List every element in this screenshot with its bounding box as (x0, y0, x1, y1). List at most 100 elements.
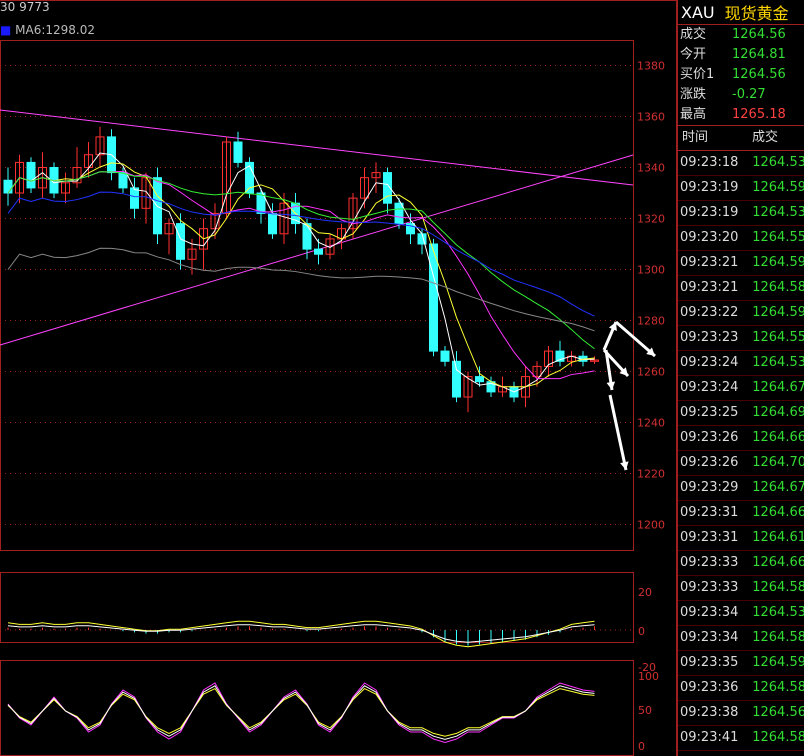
tick-time: 09:23:36 (680, 680, 739, 695)
tick-row: 09:23:22 1264.59 (678, 301, 804, 326)
tick-list[interactable]: 09:23:18 1264.53 09:23:19 1264.59 09:23:19 12… (678, 151, 804, 756)
tick-time: 09:23:24 (680, 355, 739, 370)
tick-row: 09:23:19 1264.59 (678, 176, 804, 201)
price-tick-label: 1300 (637, 264, 665, 277)
candle-body (268, 212, 277, 235)
tick-time: 09:23:22 (680, 305, 739, 320)
tick-row: 09:23:35 1264.59 (678, 651, 804, 676)
quote-field-row: 今开 1264.81 (678, 45, 804, 65)
tick-time: 09:23:29 (680, 480, 739, 495)
ma-line-green (7, 171, 595, 350)
kdj-tick-label: 0 (638, 740, 645, 753)
macd-panel-border (0, 572, 634, 643)
tick-time: 09:23:41 (680, 730, 739, 745)
candle-body (302, 223, 312, 250)
tick-row: 09:23:31 1264.61 (678, 526, 804, 551)
quote-field-row: 买价1 1264.56 (678, 65, 804, 85)
tick-header-time: 时间 (682, 130, 709, 145)
candle-body (3, 179, 13, 194)
tick-row: 09:23:24 1264.67 (678, 376, 804, 401)
tick-price: 1264.56 (752, 705, 804, 720)
tick-row: 09:23:18 1264.53 (678, 151, 804, 176)
tick-price: 1264.56 (752, 751, 804, 756)
chart-canvas[interactable]: 1380 1360 1340 1320 1300 1280 1260 1240 1220 1200… (0, 0, 678, 756)
tick-row: 09:23:34 1264.53 (678, 601, 804, 626)
quote-field-label: 最高 (680, 107, 707, 122)
tick-price: 1264.58 (752, 730, 804, 745)
quote-field-label: 涨跌 (680, 87, 707, 102)
tick-price: 1264.53 (752, 605, 804, 620)
macd-tick-label: 20 (638, 586, 652, 599)
tick-price: 1264.70 (752, 455, 804, 470)
tick-row: 09:23:26 1264.70 (678, 451, 804, 476)
kdj-tick-label: 100 (638, 670, 659, 683)
tick-price: 1264.55 (752, 330, 804, 345)
annotation-arrow (608, 394, 628, 471)
tick-time: 09:23:19 (680, 180, 739, 195)
candle-body (130, 187, 139, 209)
candle-body (440, 350, 450, 362)
ma-legend: ■ MA6:1298.02 (0, 23, 95, 37)
tick-row: 09:23:21 1264.59 (678, 251, 804, 276)
quote-field-value: 1265.18 (732, 107, 786, 122)
tick-row: 09:23:36 1264.58 (678, 676, 804, 701)
tick-row: 09:23:33 1264.66 (678, 551, 804, 576)
tick-price: 1264.66 (752, 430, 804, 445)
tick-time: 09:23:19 (680, 205, 739, 220)
quote-symbol: XAU (681, 2, 715, 22)
tick-row: 09:23:34 1264.58 (678, 626, 804, 651)
candle-body (153, 177, 162, 235)
quote-field-label: 今开 (680, 47, 707, 62)
price-tick-label: 1380 (637, 60, 665, 73)
tick-time: 09:23:21 (680, 280, 739, 295)
ma-legend-text: MA6:1298.02 (15, 23, 96, 37)
tick-price: 1264.59 (752, 655, 804, 670)
tick-price: 1264.58 (752, 630, 804, 645)
tick-price: 1264.59 (752, 180, 804, 195)
price-tick-label: 1260 (637, 366, 665, 379)
candle-body (118, 172, 128, 189)
tick-row: 09:23:25 1264.69 (678, 401, 804, 426)
tick-time: 09:23:26 (680, 430, 739, 445)
tick-price: 1264.58 (752, 680, 804, 695)
candle-body (452, 360, 461, 398)
kdj-j-line (7, 682, 595, 744)
tick-price: 1264.69 (752, 405, 804, 420)
tick-header-price: 成交 (752, 130, 779, 145)
tick-time: 09:23:23 (680, 330, 739, 345)
tick-row: 09:23:19 1264.53 (678, 201, 804, 226)
candle-body (176, 223, 185, 260)
tick-price: 1264.53 (752, 355, 804, 370)
ma-line-magenta (7, 170, 595, 380)
tick-time: 09:23:34 (680, 605, 739, 620)
price-tick-label: 1220 (637, 468, 665, 481)
kdj-k-line (7, 685, 595, 740)
quote-field-label: 成交 (680, 27, 707, 42)
kdj-d-line (7, 687, 595, 737)
tick-time: 09:23:38 (680, 705, 739, 720)
candle-body (475, 376, 484, 383)
tick-row: 09:23:31 1264.66 (678, 501, 804, 526)
tick-price: 1264.53 (752, 205, 804, 220)
tick-row: 09:23:29 1264.67 (678, 476, 804, 501)
tick-price: 1264.66 (752, 555, 804, 570)
quote-field-value: 1264.56 (732, 27, 786, 42)
tick-time: 09:23:24 (680, 380, 739, 395)
macd-tick-label: 0 (638, 625, 645, 638)
candle-body (26, 161, 36, 189)
tick-price: 1264.53 (752, 155, 804, 170)
tick-time: 09:23:43 (678, 751, 752, 756)
tick-time: 09:23:25 (680, 405, 739, 420)
tick-row: 09:23:33 1264.58 (678, 576, 804, 601)
tick-time: 09:23:31 (680, 530, 739, 545)
tick-row: 09:23:41 1264.58 (678, 726, 804, 751)
candle-body (233, 141, 243, 163)
tick-row: 09:23:26 1264.66 (678, 426, 804, 451)
quote-field-value: 1264.56 (732, 67, 786, 82)
quote-field-value: -0.27 (732, 87, 766, 102)
tick-time: 09:23:31 (680, 505, 739, 520)
price-tick-label: 1200 (637, 519, 665, 532)
kline-chart-area[interactable]: 1380 1360 1340 1320 1300 1280 1260 1240 1220 1200… (0, 0, 678, 756)
tick-price: 1264.67 (752, 480, 804, 495)
quote-name: 现货黄金 (724, 4, 789, 23)
